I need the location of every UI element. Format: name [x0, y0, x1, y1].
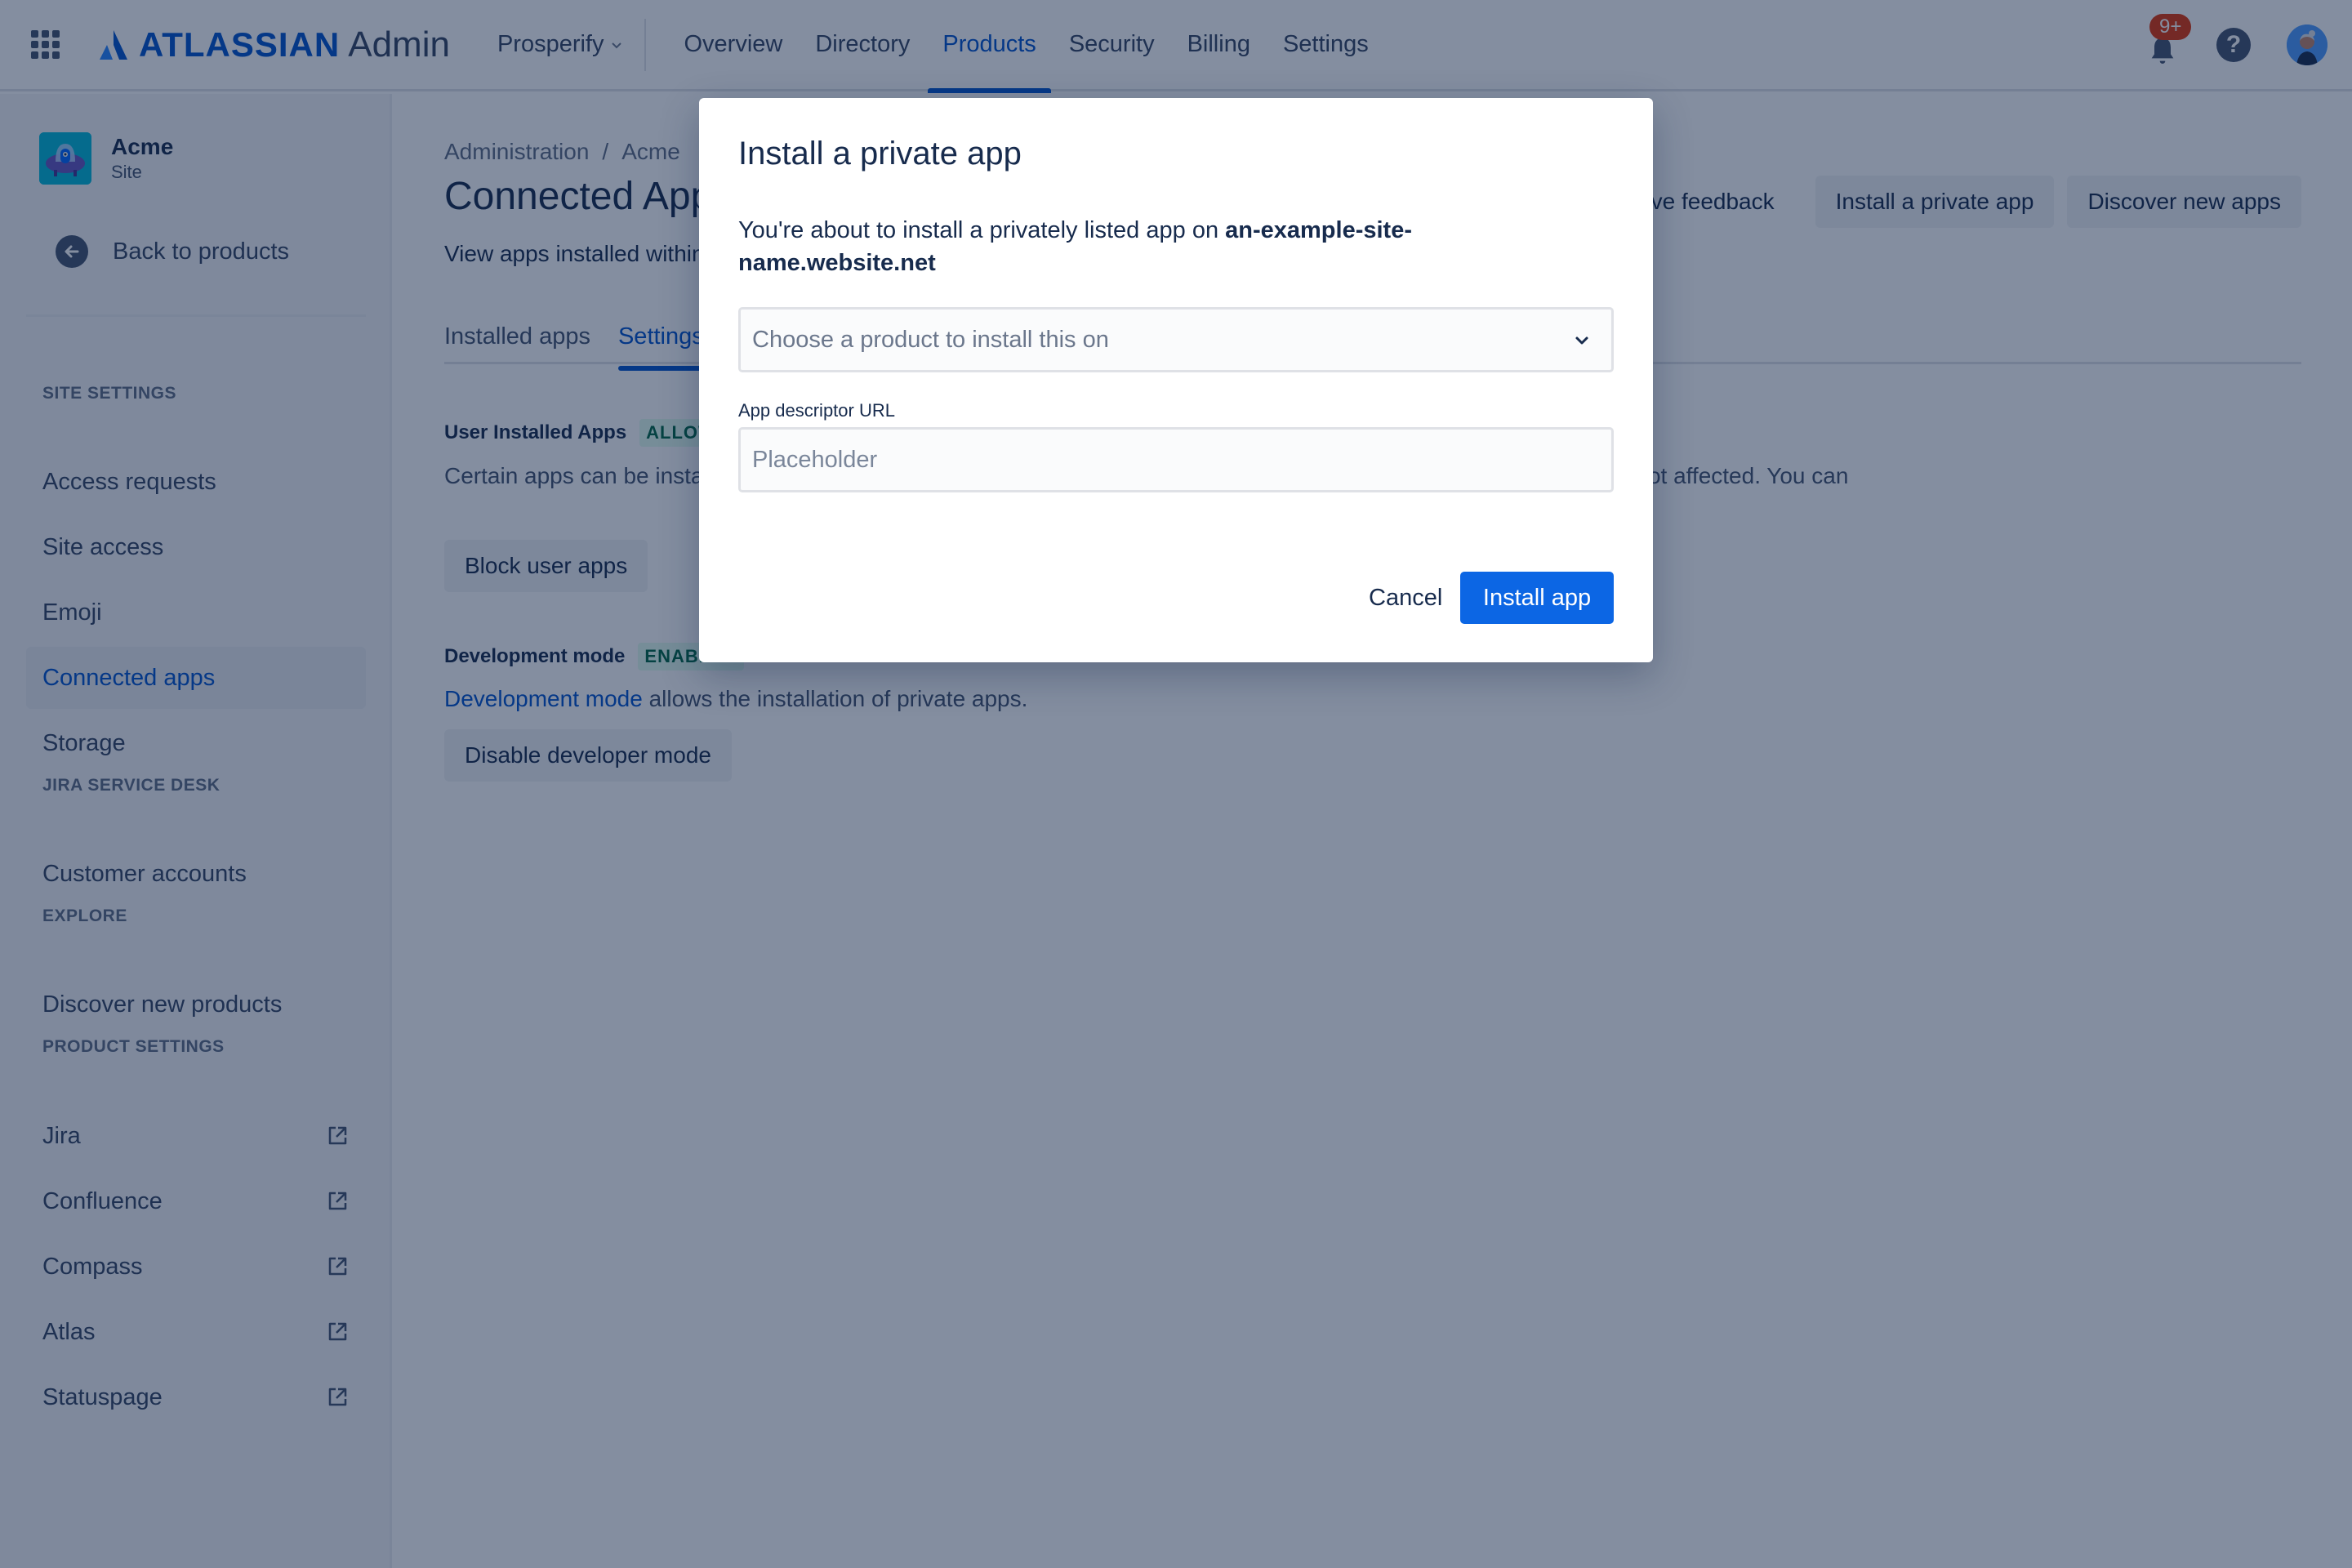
- modal-description-text: You're about to install a privately list…: [738, 217, 1226, 243]
- cancel-button[interactable]: Cancel: [1357, 572, 1454, 624]
- install-app-button[interactable]: Install app: [1460, 572, 1614, 624]
- app-descriptor-url-label: App descriptor URL: [738, 400, 895, 421]
- install-private-app-modal: Install a private app You're about to in…: [699, 98, 1653, 662]
- chevron-down-icon: [1575, 336, 1588, 345]
- modal-description: You're about to install a privately list…: [738, 214, 1490, 279]
- modal-title: Install a private app: [738, 136, 1022, 172]
- product-select[interactable]: Choose a product to install this on: [738, 307, 1614, 372]
- app-descriptor-url-input[interactable]: [738, 427, 1614, 492]
- product-select-placeholder: Choose a product to install this on: [752, 326, 1109, 353]
